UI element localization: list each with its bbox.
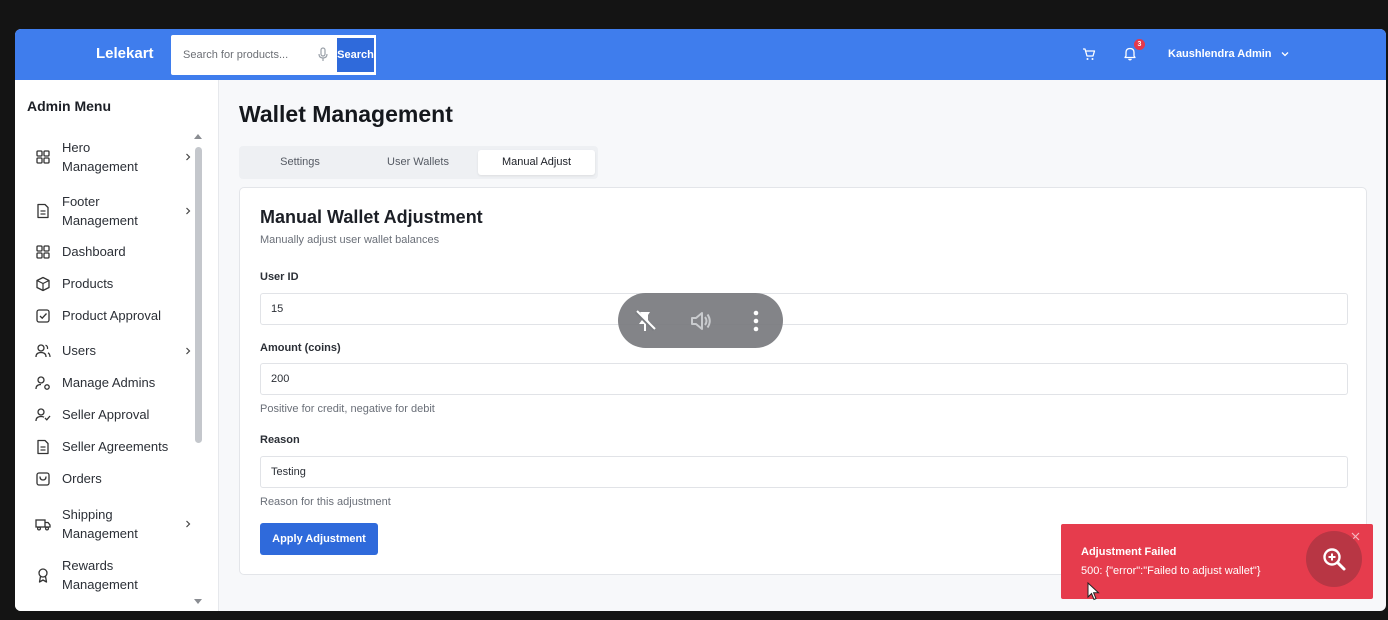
sidebar-item-hero-management[interactable]: Hero Management <box>35 138 191 176</box>
sidebar-item-shipping-management[interactable]: Shipping Management <box>35 505 191 543</box>
sidebar-item-label: Footer Management <box>62 194 138 228</box>
chevron-right-icon <box>186 347 191 354</box>
apply-adjustment-button[interactable]: Apply Adjustment <box>260 523 378 555</box>
card-title: Manual Wallet Adjustment <box>260 207 483 227</box>
search-box <box>171 35 337 75</box>
chevron-right-icon <box>186 153 191 161</box>
tab-bar: Settings User Wallets Manual Adjust <box>239 146 598 179</box>
user-id-input[interactable]: 15 <box>260 293 1348 325</box>
checkbox-icon <box>36 308 50 323</box>
package-icon <box>36 276 50 291</box>
page-title: Wallet Management <box>239 101 453 127</box>
sidebar-item-dashboard[interactable]: Dashboard <box>35 242 185 261</box>
user-id-label: User ID <box>260 271 299 283</box>
sidebar-item-label: Hero Management <box>62 140 138 174</box>
sidebar-item-label: Product Approval <box>62 308 162 323</box>
sidebar-title: Admin Menu <box>27 98 111 114</box>
amount-hint: Positive for credit, negative for debit <box>260 403 435 415</box>
sidebar-item-product-approval[interactable]: Product Approval <box>35 306 185 325</box>
top-navbar: Lelekart Search 3 Kaushlendra Admin <box>15 29 1386 80</box>
shopping-bag-icon <box>36 471 50 486</box>
more-vertical-icon[interactable] <box>746 308 766 334</box>
volume-icon[interactable] <box>688 308 714 334</box>
sidebar-item-label: Products <box>62 276 114 291</box>
users-icon <box>35 343 51 357</box>
sidebar-item-orders[interactable]: Orders <box>35 469 185 488</box>
notification-badge: 3 <box>1134 39 1145 50</box>
sidebar-item-rewards-management[interactable]: Rewards Management <box>35 556 185 594</box>
search-input[interactable] <box>183 35 303 75</box>
media-control-overlay <box>618 293 783 348</box>
app-window: Lelekart Search 3 Kaushlendra Admin Admi… <box>15 29 1386 611</box>
sidebar-item-label: Seller Agreements <box>62 439 169 454</box>
pin-off-icon[interactable] <box>632 308 658 334</box>
sidebar-scrollbar-thumb[interactable] <box>195 147 202 443</box>
search-button[interactable]: Search <box>337 35 376 75</box>
sidebar-item-seller-agreements[interactable]: Seller Agreements <box>35 437 185 456</box>
reason-hint: Reason for this adjustment <box>260 496 391 508</box>
truck-icon <box>35 519 51 531</box>
zoom-button[interactable] <box>1306 531 1362 587</box>
sidebar-item-label: Manage Admins <box>62 375 156 390</box>
scroll-down-arrow-icon[interactable] <box>193 598 203 606</box>
user-key-icon <box>35 375 50 390</box>
amount-label: Amount (coins) <box>260 342 341 354</box>
toast-title: Adjustment Failed <box>1081 546 1177 558</box>
manual-adjustment-card: Manual Wallet Adjustment Manually adjust… <box>239 187 1367 575</box>
sidebar-item-users[interactable]: Users <box>35 341 191 360</box>
sidebar-item-label: Rewards Management <box>62 558 138 592</box>
sidebar-item-products[interactable]: Products <box>35 274 185 293</box>
sidebar-item-label: Shipping Management <box>62 507 138 541</box>
card-subtitle: Manually adjust user wallet balances <box>260 234 440 246</box>
brand-logo[interactable]: Lelekart <box>96 45 154 62</box>
sidebar-item-seller-approval[interactable]: Seller Approval <box>35 405 185 424</box>
grid-icon <box>36 150 50 164</box>
award-icon <box>38 568 48 583</box>
sidebar-item-manage-admins[interactable]: Manage Admins <box>35 373 185 392</box>
amount-input[interactable]: 200 <box>260 363 1348 395</box>
document-icon <box>37 203 49 219</box>
mic-icon[interactable] <box>317 47 329 63</box>
reason-input[interactable]: Testing <box>260 456 1348 488</box>
sidebar-item-label: Seller Approval <box>62 407 150 422</box>
document-icon <box>37 439 49 454</box>
grid-icon <box>36 244 50 259</box>
cart-icon[interactable] <box>1082 47 1096 61</box>
sidebar-item-label: Dashboard <box>62 244 126 259</box>
sidebar-item-footer-management[interactable]: Footer Management <box>35 192 191 230</box>
tab-settings[interactable]: Settings <box>244 150 356 175</box>
chevron-right-icon <box>186 520 191 528</box>
admin-sidebar: Admin Menu Hero Management Footer Manage… <box>15 80 219 611</box>
sidebar-item-label: Orders <box>62 471 102 486</box>
sidebar-item-label: Users <box>62 343 96 358</box>
toast-message: 500: {"error":"Failed to adjust wallet"} <box>1081 565 1261 577</box>
reason-label: Reason <box>260 434 300 446</box>
scroll-up-arrow-icon[interactable] <box>193 132 203 140</box>
user-menu[interactable]: Kaushlendra Admin <box>1168 48 1272 60</box>
mouse-cursor-icon <box>1087 582 1100 601</box>
zoom-in-icon <box>1323 548 1346 571</box>
chevron-down-icon[interactable] <box>1280 49 1290 59</box>
tab-user-wallets[interactable]: User Wallets <box>360 150 476 175</box>
tab-manual-adjust[interactable]: Manual Adjust <box>478 150 595 175</box>
chevron-right-icon <box>186 207 191 215</box>
user-check-icon <box>35 407 51 421</box>
